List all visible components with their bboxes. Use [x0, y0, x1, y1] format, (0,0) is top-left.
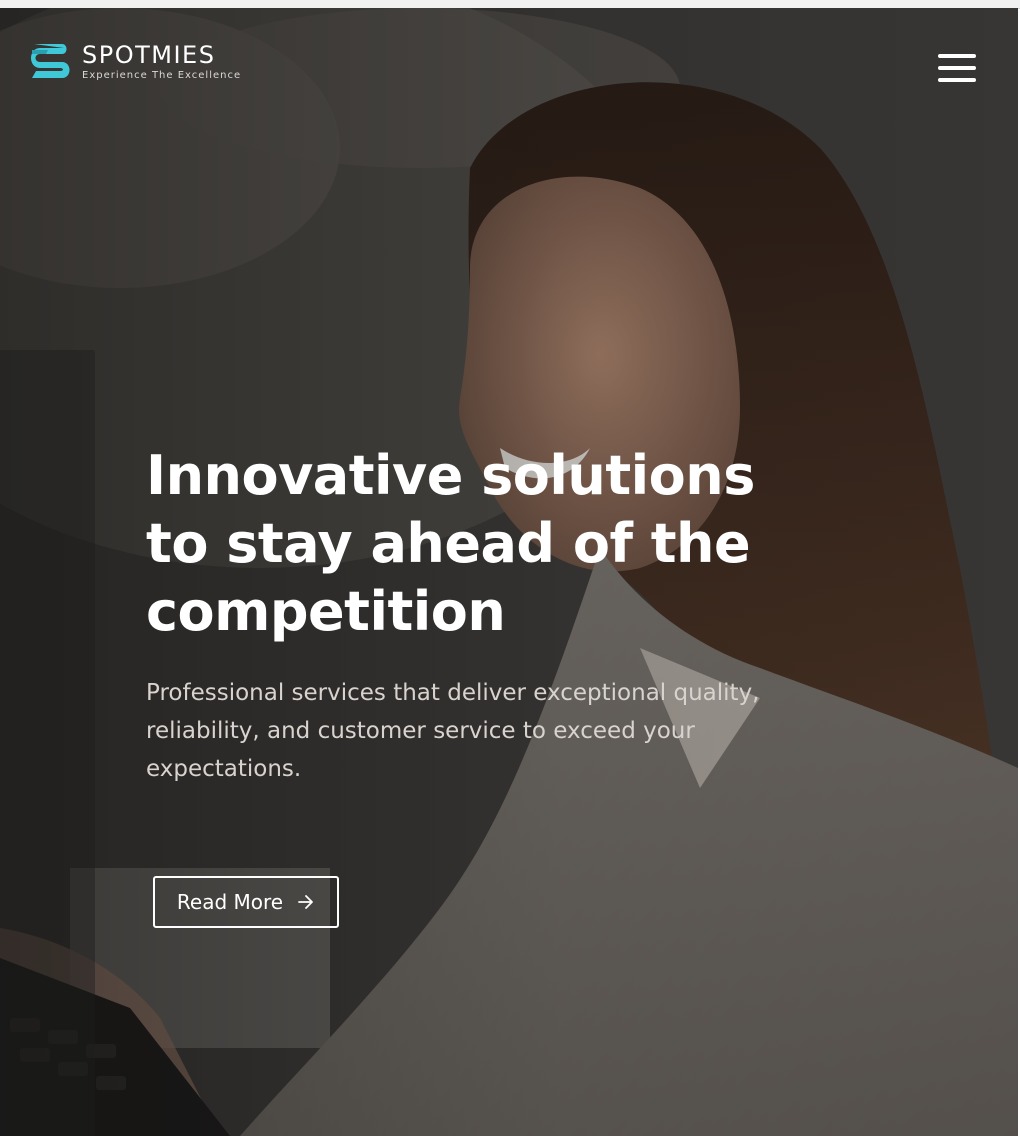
spotmies-logo-icon — [28, 38, 74, 84]
hero-title: Innovative solutions to stay ahead of th… — [146, 444, 755, 643]
hero-subtitle: Professional services that deliver excep… — [146, 680, 760, 782]
hero-content: Innovative solutions to stay ahead of th… — [146, 442, 806, 788]
arrow-right-icon — [297, 893, 315, 911]
hero-side-panel — [0, 350, 95, 1136]
brand-logo[interactable]: SPOTMIES Experience The Excellence — [28, 38, 241, 84]
read-more-button[interactable]: Read More — [153, 876, 339, 928]
page: SPOTMIES Experience The Excellence Innov… — [0, 0, 1020, 1136]
hero-section: SPOTMIES Experience The Excellence Innov… — [0, 8, 1018, 1136]
hamburger-menu-icon[interactable] — [935, 50, 979, 88]
brand-tagline: Experience The Excellence — [82, 69, 242, 81]
read-more-label: Read More — [176, 890, 284, 914]
brand-name: SPOTMIES — [82, 40, 216, 69]
